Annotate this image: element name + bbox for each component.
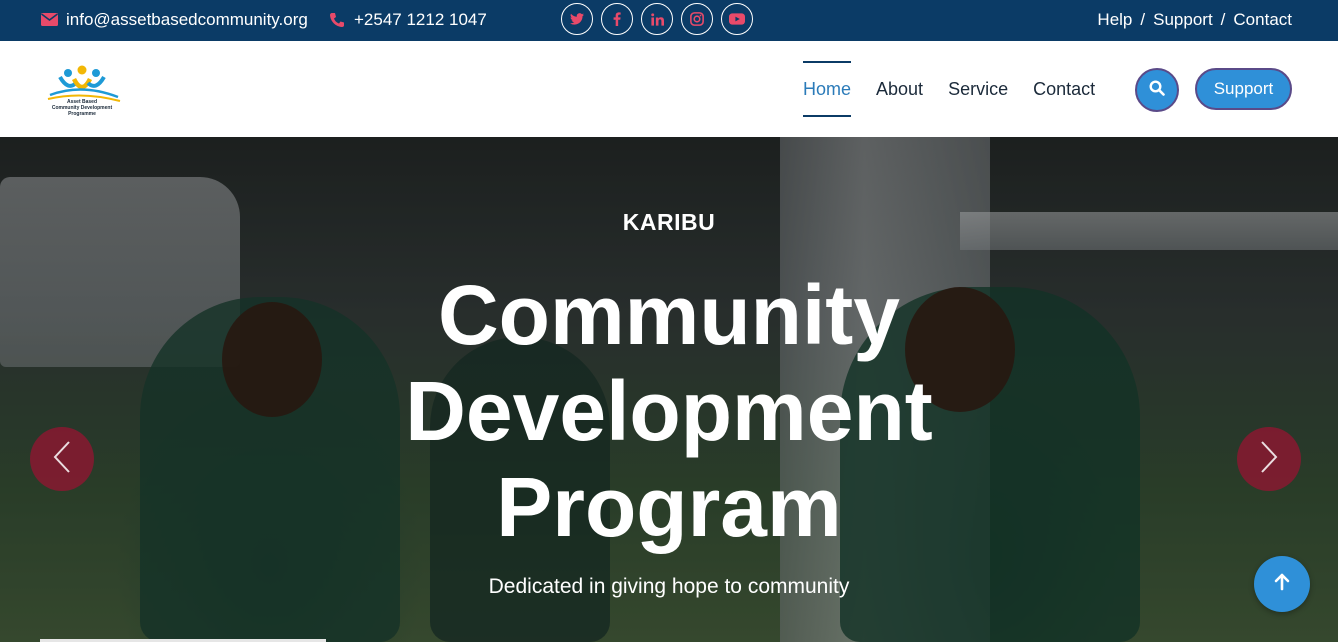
hero-title-line-2: Development: [405, 364, 933, 458]
support-link[interactable]: Support: [1153, 10, 1213, 30]
help-link[interactable]: Help: [1097, 10, 1132, 30]
social-links: [561, 3, 753, 35]
hero-subtitle: Dedicated in giving hope to community: [488, 575, 850, 598]
chevron-left-icon: [52, 440, 72, 479]
hero-title-line-3: Program: [496, 460, 842, 554]
nav-item-service[interactable]: Service: [948, 61, 1008, 117]
contact-email[interactable]: info@assetbasedcommunity.org: [40, 0, 308, 39]
support-button[interactable]: Support: [1195, 68, 1292, 110]
facebook-icon[interactable]: [601, 3, 633, 35]
envelope-icon: [40, 11, 58, 29]
hero-title: Community Development Program: [0, 267, 1338, 555]
slider-next-button[interactable]: [1237, 427, 1301, 491]
link-separator: /: [1220, 9, 1226, 29]
site-logo[interactable]: Asset Based Community Development Progra…: [40, 61, 124, 123]
primary-nav: Home About Service Contact: [803, 61, 1120, 117]
twitter-icon[interactable]: [561, 3, 593, 35]
chevron-right-icon: [1259, 440, 1279, 479]
top-links: Help / Support / Contact: [1097, 0, 1292, 39]
hero-slider: KARIBU Community Development Program Ded…: [0, 137, 1338, 642]
phone-text: +2547 1212 1047: [354, 9, 487, 29]
linkedin-icon[interactable]: [641, 3, 673, 35]
link-separator: /: [1140, 9, 1146, 29]
phone-icon: [328, 11, 346, 29]
instagram-icon[interactable]: [681, 3, 713, 35]
nav-item-contact[interactable]: Contact: [1033, 61, 1095, 117]
nav-item-about[interactable]: About: [876, 61, 923, 117]
top-bar: info@assetbasedcommunity.org +2547 1212 …: [0, 0, 1338, 41]
search-icon: [1149, 79, 1165, 101]
hero-title-line-1: Community: [438, 268, 900, 362]
logo-line-3: Programme: [68, 111, 96, 117]
nav-item-home[interactable]: Home: [803, 61, 852, 117]
hero-kicker: KARIBU: [622, 209, 716, 235]
slider-prev-button[interactable]: [30, 427, 94, 491]
youtube-icon[interactable]: [721, 3, 753, 35]
back-to-top-button[interactable]: [1254, 556, 1310, 612]
main-navbar: Asset Based Community Development Progra…: [0, 41, 1338, 137]
email-text: info@assetbasedcommunity.org: [66, 9, 308, 29]
contact-link[interactable]: Contact: [1233, 10, 1292, 30]
contact-phone[interactable]: +2547 1212 1047: [328, 0, 487, 39]
arrow-up-icon: [1274, 573, 1290, 596]
search-button[interactable]: [1135, 68, 1179, 112]
